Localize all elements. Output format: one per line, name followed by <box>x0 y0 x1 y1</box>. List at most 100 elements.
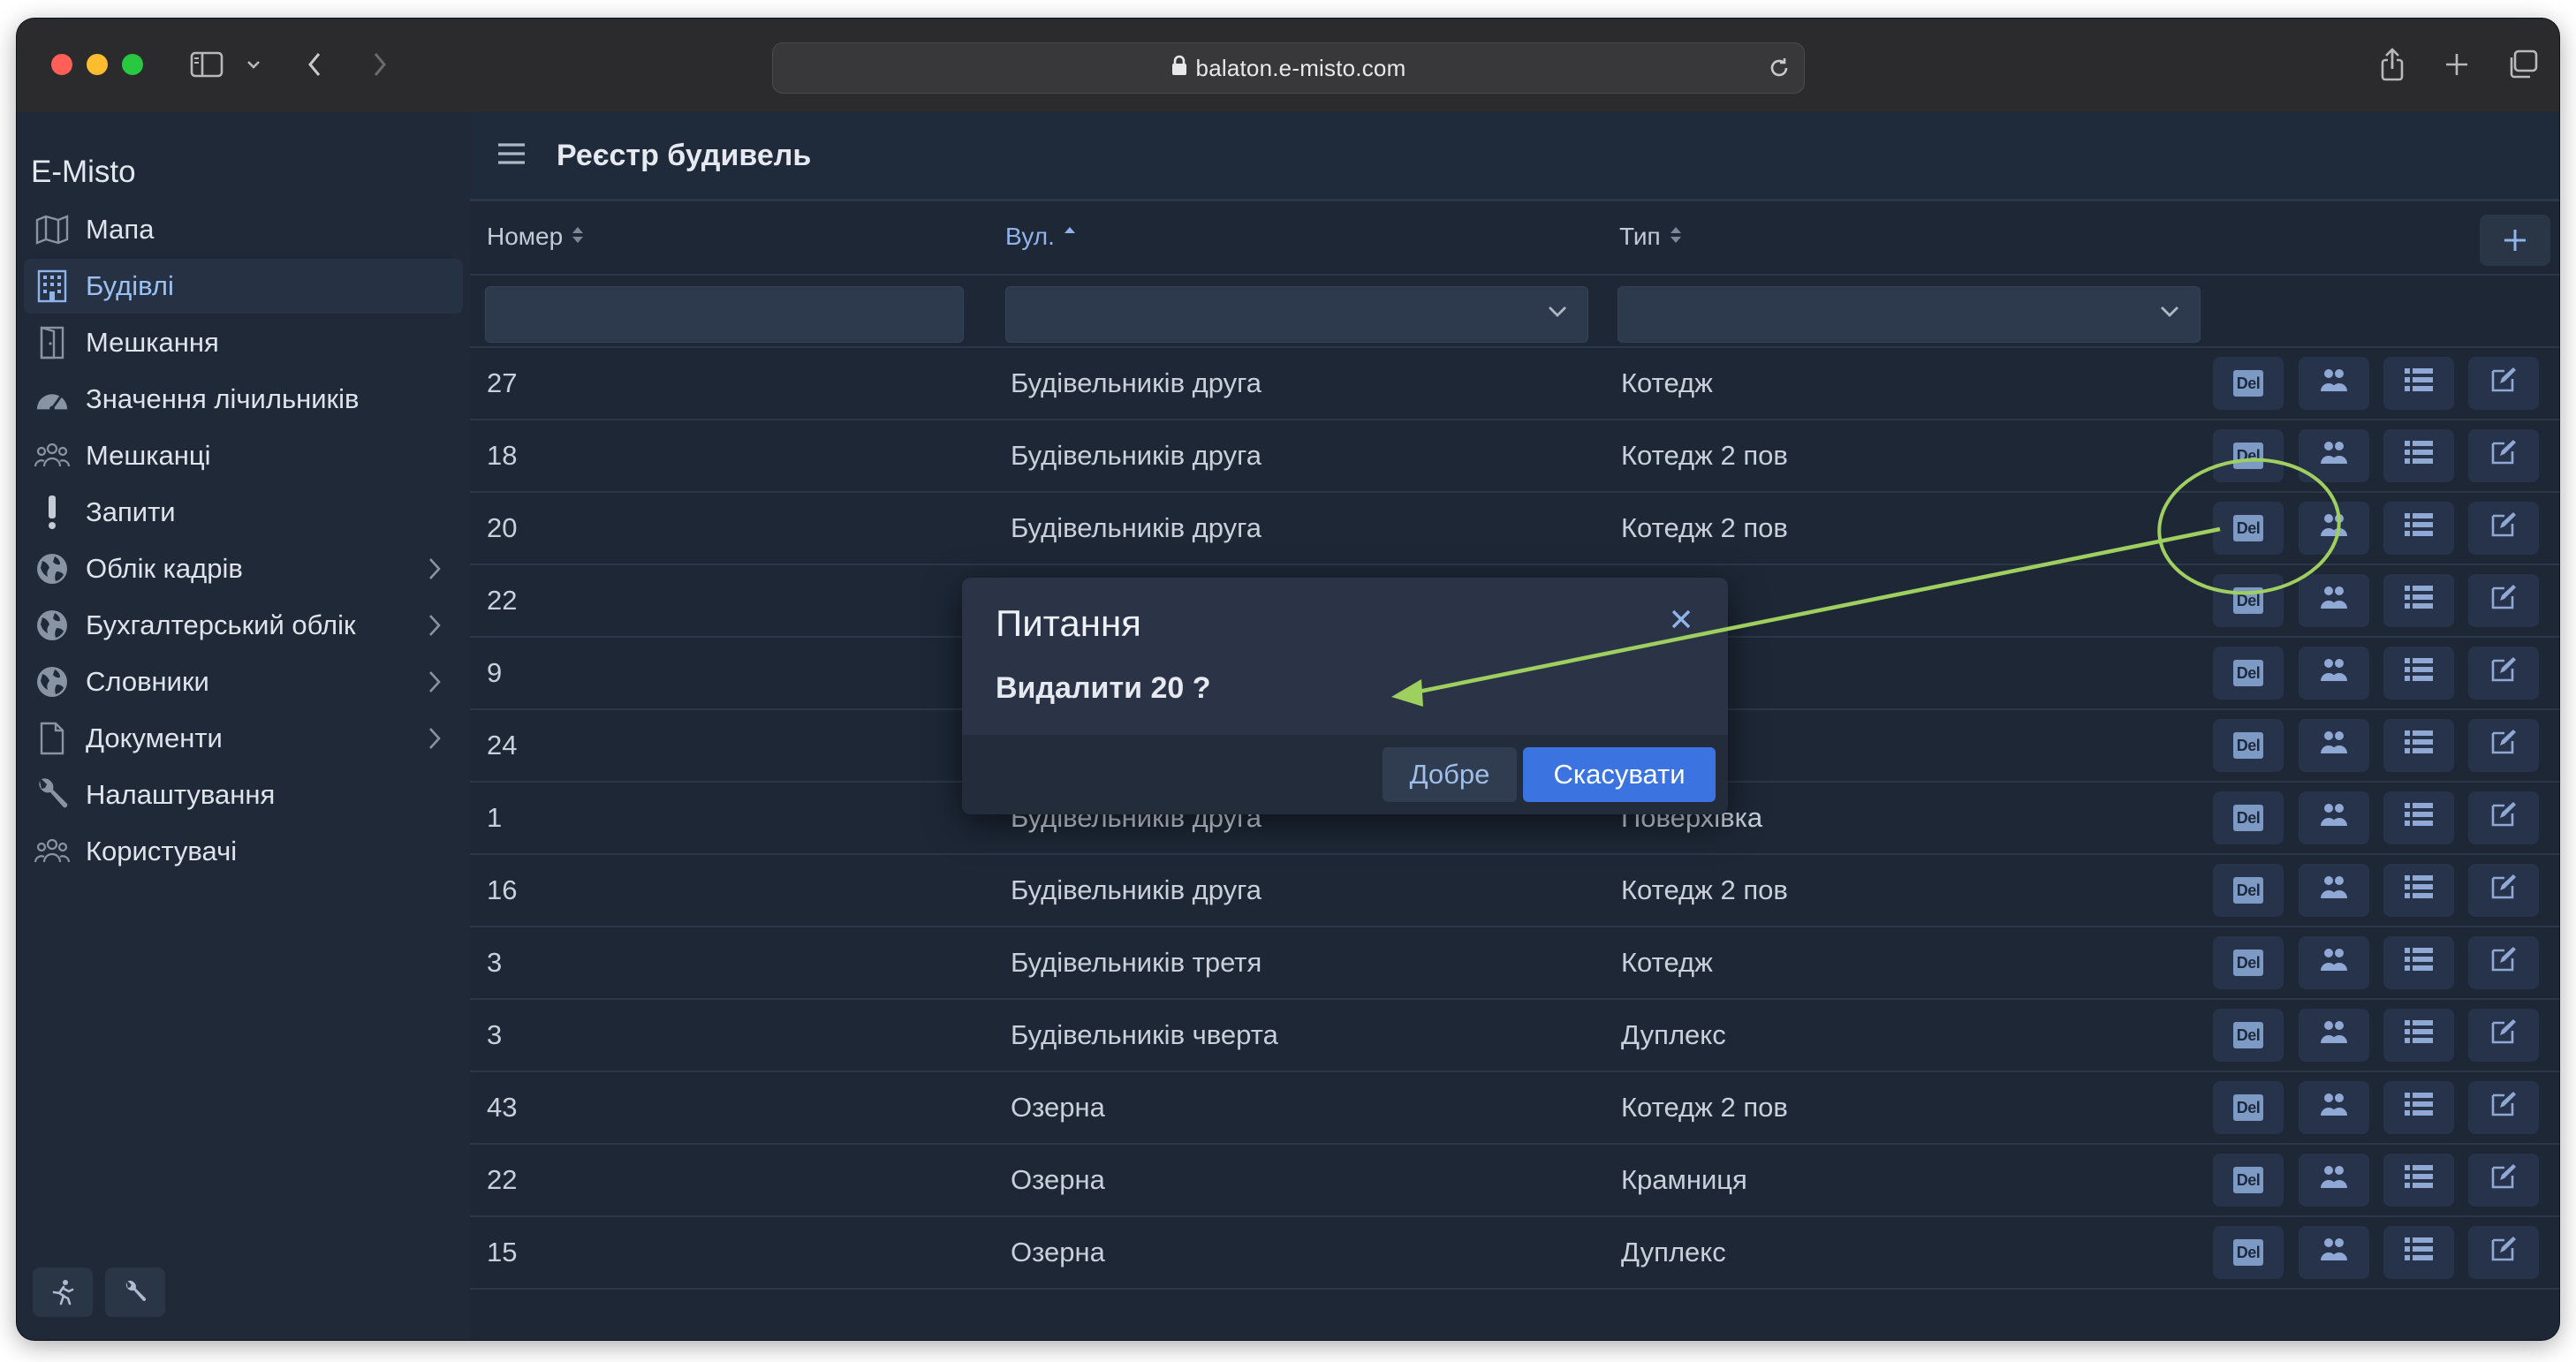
table-row[interactable]: 22 Озерна Крамниця Del <box>470 1145 2559 1217</box>
table-row[interactable]: 3 Будівельників третя Котедж Del <box>470 927 2559 1000</box>
street-filter-select[interactable] <box>1005 286 1588 343</box>
apartments-list-button[interactable] <box>2383 1154 2454 1207</box>
running-person-button[interactable] <box>33 1267 93 1317</box>
apartments-list-button[interactable] <box>2383 502 2454 555</box>
edit-button[interactable] <box>2468 936 2539 989</box>
apartments-list-button[interactable] <box>2383 1009 2454 1062</box>
sidebar-item-meter-values[interactable]: Значення лічильників <box>24 372 463 427</box>
tabs-overview-icon[interactable] <box>2505 45 2541 84</box>
apartments-list-button[interactable] <box>2383 936 2454 989</box>
sidebar-item-dictionaries[interactable]: Словники <box>24 655 463 709</box>
number-filter-input[interactable] <box>485 286 964 343</box>
sidebar-item-settings[interactable]: Налаштування <box>24 768 463 822</box>
residents-button[interactable] <box>2299 1009 2369 1062</box>
residents-button[interactable] <box>2299 1081 2369 1134</box>
hamburger-menu-icon[interactable] <box>496 140 527 171</box>
residents-button[interactable] <box>2299 1226 2369 1279</box>
edit-button[interactable] <box>2468 429 2539 482</box>
apartments-list-button[interactable] <box>2383 647 2454 700</box>
ok-button[interactable]: Добре <box>1383 747 1517 802</box>
sidebar-item-users[interactable]: Користувачі <box>24 824 463 879</box>
table-row[interactable]: 16 Будівельників друга Котедж 2 пов Del <box>470 855 2559 927</box>
close-icon[interactable] <box>1670 608 1693 635</box>
table-row[interactable]: 18 Будівельників друга Котедж 2 пов Del <box>470 420 2559 493</box>
apartments-list-button[interactable] <box>2383 429 2454 482</box>
residents-button[interactable] <box>2299 864 2369 917</box>
delete-button[interactable]: Del <box>2213 864 2284 917</box>
apartments-list-button[interactable] <box>2383 719 2454 772</box>
add-building-button[interactable] <box>2480 215 2550 266</box>
table-row[interactable]: 15 Озерна Дуплекс Del <box>470 1217 2559 1290</box>
new-tab-icon[interactable] <box>2441 45 2473 84</box>
residents-button[interactable] <box>2299 791 2369 844</box>
delete-button[interactable]: Del <box>2213 936 2284 989</box>
residents-button[interactable] <box>2299 647 2369 700</box>
sidebar-item-documents[interactable]: Документи <box>24 711 463 766</box>
forward-icon[interactable] <box>367 45 393 84</box>
apartments-list-button[interactable] <box>2383 1226 2454 1279</box>
delete-button[interactable]: Del <box>2213 1154 2284 1207</box>
sidebar-item-map[interactable]: Мапа <box>24 202 463 257</box>
edit-button[interactable] <box>2468 647 2539 700</box>
apartments-list-button[interactable] <box>2383 357 2454 410</box>
residents-button[interactable] <box>2299 502 2369 555</box>
edit-button[interactable] <box>2468 502 2539 555</box>
delete-button[interactable]: Del <box>2213 1081 2284 1134</box>
edit-button[interactable] <box>2468 864 2539 917</box>
table-row[interactable]: 20 Будівельників друга Котедж 2 пов Del <box>470 493 2559 565</box>
residents-button[interactable] <box>2299 574 2369 627</box>
type-filter-select[interactable] <box>1618 286 2201 343</box>
column-header-street[interactable]: Вул. <box>1005 223 1076 251</box>
edit-button[interactable] <box>2468 357 2539 410</box>
minimize-window-button[interactable] <box>87 54 108 75</box>
delete-button[interactable]: Del <box>2213 429 2284 482</box>
residents-button[interactable] <box>2299 429 2369 482</box>
cancel-button[interactable]: Скасувати <box>1523 747 1716 802</box>
delete-button[interactable]: Del <box>2213 357 2284 410</box>
delete-button[interactable]: Del <box>2213 791 2284 844</box>
residents-button[interactable] <box>2299 719 2369 772</box>
table-row[interactable]: 27 Будівельників друга Котедж Del <box>470 348 2559 420</box>
share-icon[interactable] <box>2376 45 2408 84</box>
delete-button[interactable]: Del <box>2213 647 2284 700</box>
edit-button[interactable] <box>2468 719 2539 772</box>
edit-icon <box>2489 511 2518 546</box>
edit-button[interactable] <box>2468 1154 2539 1207</box>
sidebar-item-residents[interactable]: Мешканці <box>24 428 463 483</box>
delete-button[interactable]: Del <box>2213 574 2284 627</box>
table-row[interactable]: 3 Будівельників чверта Дуплекс Del <box>470 1000 2559 1072</box>
chevron-down-icon[interactable] <box>243 45 264 84</box>
delete-button[interactable]: Del <box>2213 1009 2284 1062</box>
sidebar-item-buildings[interactable]: Будівлі <box>24 259 463 314</box>
column-header-type[interactable]: Тип <box>1619 223 1682 251</box>
table-row[interactable]: 43 Озерна Котедж 2 пов Del <box>470 1072 2559 1145</box>
cell-street: Будівельників третя <box>1011 947 1262 978</box>
back-icon[interactable] <box>301 45 328 84</box>
apartments-list-button[interactable] <box>2383 864 2454 917</box>
column-header-number[interactable]: Номер <box>487 223 584 251</box>
zoom-window-button[interactable] <box>122 54 143 75</box>
delete-button[interactable]: Del <box>2213 719 2284 772</box>
residents-button[interactable] <box>2299 1154 2369 1207</box>
tools-button[interactable] <box>105 1267 165 1317</box>
apartments-list-button[interactable] <box>2383 791 2454 844</box>
delete-button[interactable]: Del <box>2213 502 2284 555</box>
delete-button[interactable]: Del <box>2213 1226 2284 1279</box>
edit-button[interactable] <box>2468 1226 2539 1279</box>
edit-button[interactable] <box>2468 574 2539 627</box>
close-window-button[interactable] <box>51 54 72 75</box>
residents-button[interactable] <box>2299 357 2369 410</box>
sidebar-item-accounting[interactable]: Бухгалтерський облік <box>24 598 463 653</box>
residents-button[interactable] <box>2299 936 2369 989</box>
reload-icon[interactable] <box>1767 56 1792 87</box>
edit-button[interactable] <box>2468 1009 2539 1062</box>
edit-button[interactable] <box>2468 791 2539 844</box>
sidebar-toggle-icon[interactable] <box>187 45 226 84</box>
sidebar-item-requests[interactable]: Запити <box>24 485 463 540</box>
sidebar-item-hr[interactable]: Облік кадрів <box>24 541 463 596</box>
sidebar-item-apartments[interactable]: Мешкання <box>24 315 463 370</box>
apartments-list-button[interactable] <box>2383 1081 2454 1134</box>
address-bar[interactable]: balaton.e-misto.com <box>772 42 1805 94</box>
edit-button[interactable] <box>2468 1081 2539 1134</box>
apartments-list-button[interactable] <box>2383 574 2454 627</box>
